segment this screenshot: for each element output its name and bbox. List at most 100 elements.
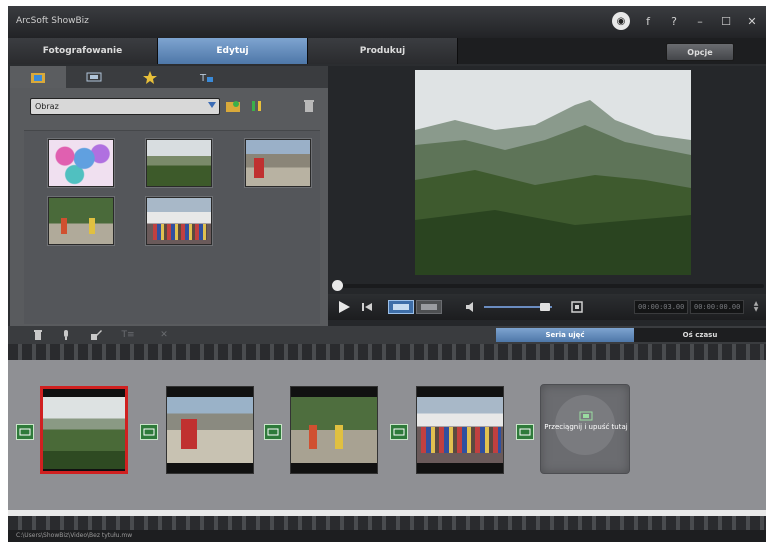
tab-edit[interactable]: Edytuj [158, 38, 308, 64]
import-folder-button[interactable] [224, 97, 242, 115]
person-figure [61, 218, 67, 234]
tab-effects[interactable] [122, 66, 178, 88]
storyboard-area: Przeciągnij i upuść tutaj [8, 360, 766, 510]
showbiz-window: ArcSoft ShowBiz ◉ f ? – ☐ ✕ Fotografowan… [8, 6, 766, 542]
media-type-select[interactable]: Obraz [30, 98, 220, 115]
svg-text:T: T [199, 73, 207, 84]
transition-slot[interactable] [16, 424, 34, 440]
view-storyboard-toggle[interactable] [388, 300, 414, 314]
play-icon [339, 301, 350, 313]
preview-panel: 00:00:03.00 00:00:00.00 ▲ ▼ [328, 66, 766, 326]
maximize-icon[interactable]: ☐ [718, 13, 734, 29]
video-preview [415, 70, 691, 275]
drop-zone-label: Przeciągnij i upuść tutaj [544, 423, 628, 431]
volume-slider[interactable] [484, 300, 552, 314]
media-type-value: Obraz [35, 102, 59, 111]
drop-zone[interactable]: Przeciągnij i upuść tutaj [540, 384, 630, 474]
person-figure [89, 218, 95, 234]
filmstrip-border-top [8, 344, 766, 360]
crowd-figures [153, 224, 207, 240]
title-bar: ArcSoft ShowBiz ◉ f ? – ☐ ✕ [8, 6, 766, 38]
transition-slot[interactable] [264, 424, 282, 440]
media-thumb-trail[interactable] [48, 197, 114, 245]
media-thumb-mountains[interactable] [146, 139, 212, 187]
microphone-icon [64, 330, 68, 340]
sort-icon [252, 101, 261, 111]
import-folder-icon [226, 101, 240, 112]
edit-clip-button[interactable] [90, 329, 102, 341]
transition-slot[interactable] [390, 424, 408, 440]
clear-button[interactable]: ✕ [158, 329, 170, 341]
clip-thumbnail [291, 397, 377, 463]
delete-clip-button[interactable] [32, 329, 44, 341]
transition-icon [267, 428, 279, 436]
film-icon [393, 304, 409, 310]
playback-controls: 00:00:03.00 00:00:00.00 ▲ ▼ [328, 294, 766, 320]
clip-thumbnail [43, 397, 125, 469]
storyboard-clip[interactable] [416, 386, 504, 474]
tab-capture[interactable]: Fotografowanie [8, 38, 158, 64]
storyboard-clip[interactable] [40, 386, 128, 474]
media-thumb-hiker[interactable] [245, 139, 311, 187]
tab-transitions[interactable] [66, 66, 122, 88]
timeline-mode-button[interactable]: Oś czasu [634, 328, 766, 342]
view-fullframe-toggle[interactable] [416, 300, 442, 314]
storyboard-clip[interactable] [166, 386, 254, 474]
media-tabs: T [10, 66, 328, 88]
hiker-figure [181, 419, 197, 449]
transition-slot[interactable] [516, 424, 534, 440]
preview-frame-mountains [415, 70, 691, 275]
media-folder-icon [31, 73, 45, 83]
fullscreen-button[interactable] [570, 300, 584, 314]
transition-icon [86, 72, 102, 82]
fullscreen-icon [571, 301, 583, 313]
seek-handle[interactable] [332, 280, 343, 291]
film-icon [579, 411, 593, 421]
hiker-figure [254, 158, 264, 178]
transition-slot[interactable] [140, 424, 158, 440]
seek-bar[interactable] [332, 280, 764, 291]
window-controls: ◉ f ? – ☐ ✕ [612, 12, 760, 30]
media-library-panel: T Obraz [10, 66, 328, 326]
user-account-icon[interactable]: ◉ [612, 12, 630, 30]
current-timecode: 00:00:03.00 [634, 300, 689, 314]
add-text-button[interactable]: T≡ [121, 329, 134, 341]
help-icon[interactable]: ? [666, 13, 682, 29]
media-thumb-crowd[interactable] [146, 197, 212, 245]
volume-button[interactable] [464, 300, 478, 314]
delete-media-button[interactable] [300, 97, 318, 115]
effects-star-icon [143, 71, 157, 84]
skip-back-icon [362, 303, 372, 311]
play-button[interactable] [336, 300, 352, 314]
chevron-down-icon [208, 102, 216, 108]
tab-text[interactable]: T [178, 66, 234, 88]
transition-icon [519, 428, 531, 436]
timecode-spinner[interactable]: ▲ ▼ [752, 300, 760, 314]
storyboard-clip[interactable] [290, 386, 378, 474]
person-figure [335, 425, 343, 449]
clip-thumbnail [417, 397, 503, 463]
media-grid [24, 130, 320, 324]
speaker-icon [466, 302, 473, 312]
go-to-start-button[interactable] [360, 300, 374, 314]
trash-icon [304, 100, 314, 112]
storyboard-mode-button[interactable]: Seria ujęć [496, 328, 634, 342]
transition-icon [19, 428, 31, 436]
main-tabs: Fotografowanie Edytuj Produkuj [8, 38, 766, 64]
edit-tools-icon [91, 330, 102, 340]
volume-slider-track [484, 303, 552, 311]
minimize-icon[interactable]: – [692, 13, 708, 29]
record-narration-button[interactable] [60, 329, 72, 341]
total-timecode[interactable]: 00:00:00.00 [690, 300, 745, 314]
trash-icon [34, 330, 42, 340]
tab-produce[interactable]: Produkuj [308, 38, 458, 64]
crowd-figures [421, 427, 501, 453]
media-thumb-balloons[interactable] [48, 139, 114, 187]
storyboard-toolbar: T≡ ✕ Seria ujęć Oś czasu [8, 326, 766, 344]
options-button[interactable]: Opcje [666, 43, 734, 61]
tab-media[interactable] [10, 66, 66, 88]
app-title: ArcSoft ShowBiz [16, 16, 89, 26]
facebook-icon[interactable]: f [640, 13, 656, 29]
close-icon[interactable]: ✕ [744, 13, 760, 29]
sort-button[interactable] [248, 97, 266, 115]
